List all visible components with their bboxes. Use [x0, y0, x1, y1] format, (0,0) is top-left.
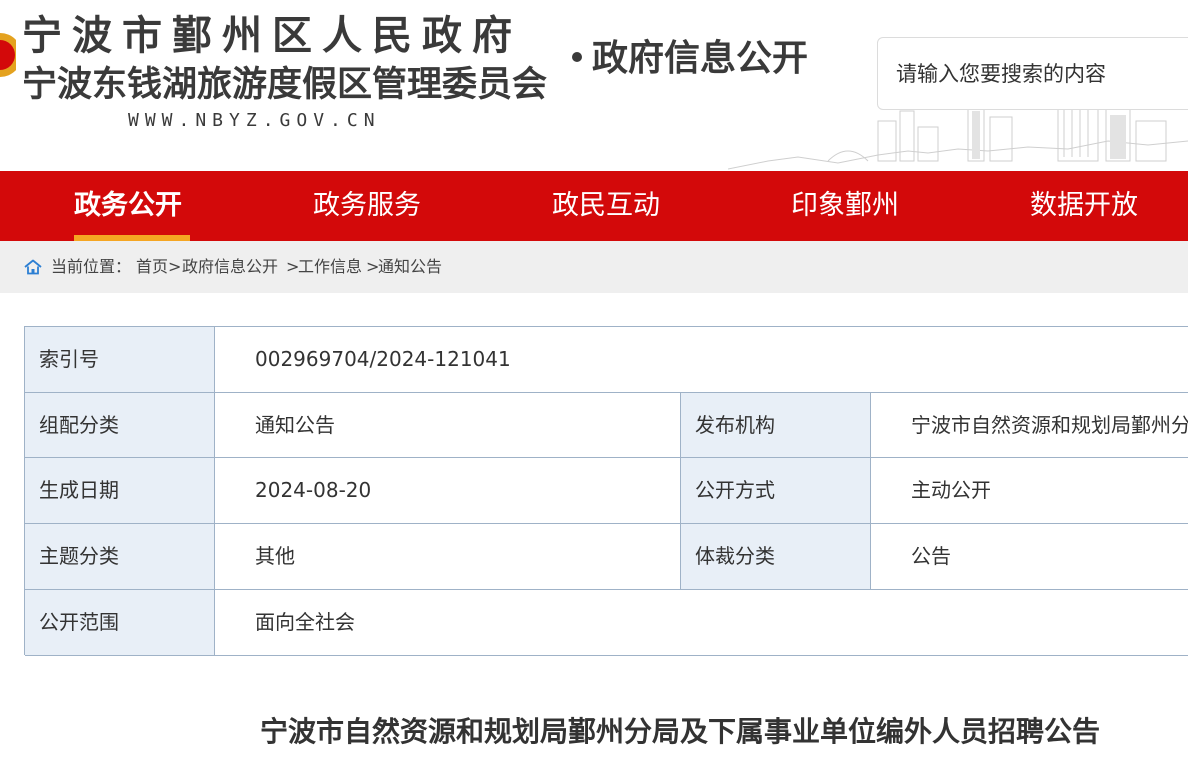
search-input[interactable]: [896, 38, 1188, 109]
home-icon: [24, 259, 42, 275]
nav-item-impression-yinzhou[interactable]: 印象鄞州: [791, 171, 899, 241]
section-title: 政府信息公开: [572, 36, 808, 80]
index-no-label: 索引号: [25, 327, 215, 393]
site-url: WWW.NBYZ.GOV.CN: [128, 110, 381, 131]
breadcrumb: 当前位置： 首页 > 政府信息公开 > 工作信息 > 通知公告: [0, 241, 1188, 293]
site-name-secondary[interactable]: 宁波东钱湖旅游度假区管理委员会: [22, 64, 547, 106]
genre-value: 公告: [871, 524, 1188, 590]
topic-value: 其他: [215, 524, 681, 590]
info-table: 索引号 002969704/2024-121041 组配分类 通知公告 发布机构…: [24, 326, 1188, 656]
publisher-label: 发布机构: [681, 393, 871, 458]
section-title-text: 政府信息公开: [592, 37, 809, 79]
category-value: 通知公告: [215, 393, 681, 458]
genre-label: 体裁分类: [681, 524, 871, 590]
site-name-primary[interactable]: 宁波市鄞州区人民政府: [22, 12, 522, 60]
nav-item-interaction[interactable]: 政民互动: [552, 171, 660, 241]
breadcrumb-prefix: 当前位置：: [51, 257, 132, 276]
emblem-logo-icon: [0, 33, 16, 77]
article-title: 宁波市自然资源和规划局鄞州分局及下属事业单位编外人员招聘公告: [259, 715, 1100, 748]
search-box[interactable]: [877, 37, 1188, 110]
nav-item-gov-services[interactable]: 政务服务: [313, 171, 421, 241]
nav-item-gov-affairs-disclosure[interactable]: 政务公开: [74, 171, 182, 241]
breadcrumb-home[interactable]: 首页: [136, 241, 168, 293]
site-header: 宁波市鄞州区人民政府 宁波东钱湖旅游度假区管理委员会 WWW.NBYZ.GOV.…: [0, 0, 1188, 171]
breadcrumb-notices[interactable]: 通知公告: [378, 241, 442, 293]
date-value: 2024-08-20: [215, 458, 681, 524]
date-label: 生成日期: [25, 458, 215, 524]
main-nav: 政务公开 政务服务 政民互动 印象鄞州 数据开放: [0, 171, 1188, 241]
nav-item-open-data[interactable]: 数据开放: [1030, 171, 1138, 241]
scope-label: 公开范围: [25, 590, 215, 656]
breadcrumb-separator: >: [168, 257, 182, 276]
index-no-value: 002969704/2024-121041: [215, 327, 1188, 393]
disclosure-method-value: 主动公开: [871, 458, 1188, 524]
scope-value: 面向全社会: [215, 590, 1188, 656]
disclosure-method-label: 公开方式: [681, 458, 871, 524]
category-label: 组配分类: [25, 393, 215, 458]
publisher-value: 宁波市自然资源和规划局鄞州分局: [871, 393, 1188, 458]
bullet-dot-icon: [572, 52, 582, 62]
breadcrumb-work-info[interactable]: 工作信息: [298, 241, 362, 293]
topic-label: 主题分类: [25, 524, 215, 590]
breadcrumb-gov-info[interactable]: 政府信息公开: [182, 241, 278, 293]
